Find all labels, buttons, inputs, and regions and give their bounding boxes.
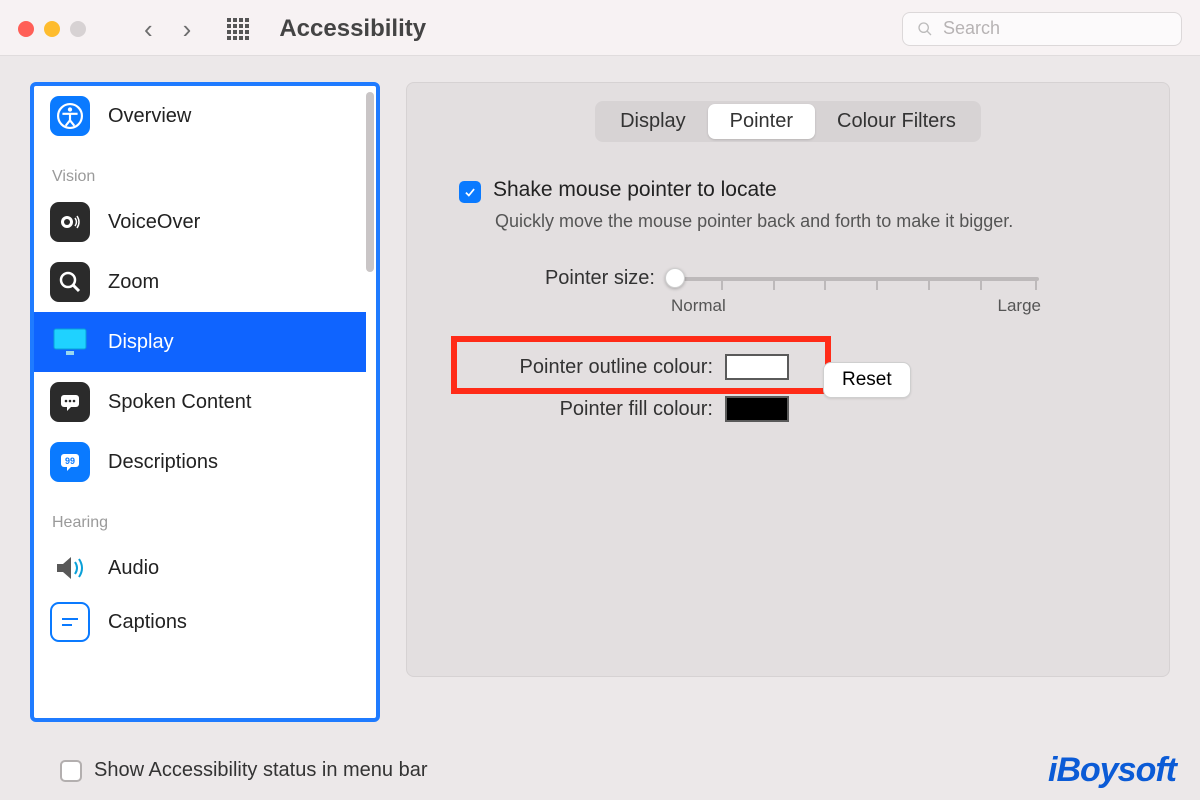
- sidebar-item-label: Spoken Content: [108, 391, 251, 414]
- spoken-content-icon: [50, 382, 90, 422]
- accessibility-icon: [50, 96, 90, 136]
- sidebar-section-vision: Vision: [34, 146, 366, 192]
- search-field[interactable]: Search: [902, 12, 1182, 46]
- tab-pointer[interactable]: Pointer: [708, 104, 815, 139]
- footer-row: Show Accessibility status in menu bar: [60, 759, 428, 782]
- pointer-size-range-labels: Normal Large: [671, 296, 1041, 316]
- sidebar-item-audio[interactable]: Audio: [34, 538, 366, 598]
- pointer-colour-rows: Pointer outline colour: Pointer fill col…: [435, 346, 1141, 430]
- sidebar-item-zoom[interactable]: Zoom: [34, 252, 366, 312]
- pointer-outline-colour-well[interactable]: [725, 354, 789, 380]
- display-icon: [50, 322, 90, 362]
- pointer-size-label: Pointer size:: [495, 267, 655, 290]
- sidebar-item-label: Audio: [108, 557, 159, 580]
- audio-icon: [50, 548, 90, 588]
- tab-bar: Display Pointer Colour Filters: [435, 101, 1141, 142]
- descriptions-icon: 99: [50, 442, 90, 482]
- sidebar-item-label: Overview: [108, 105, 191, 128]
- status-menubar-label: Show Accessibility status in menu bar: [94, 759, 428, 782]
- check-icon: [463, 185, 477, 199]
- zoom-icon: [50, 262, 90, 302]
- sidebar-item-descriptions[interactable]: 99 Descriptions: [34, 432, 366, 492]
- tab-display[interactable]: Display: [598, 104, 708, 139]
- close-window-button[interactable]: [18, 21, 34, 37]
- pointer-outline-row: Pointer outline colour:: [463, 346, 1141, 388]
- sidebar-item-display[interactable]: Display: [34, 312, 366, 372]
- voiceover-icon: [50, 202, 90, 242]
- slider-knob[interactable]: [665, 268, 685, 288]
- sidebar-item-label: Zoom: [108, 271, 159, 294]
- zoom-window-button[interactable]: [70, 21, 86, 37]
- forward-button[interactable]: ›: [179, 16, 196, 42]
- search-placeholder: Search: [943, 18, 1000, 39]
- sidebar-item-label: Display: [108, 331, 174, 354]
- pointer-fill-row: Pointer fill colour:: [463, 388, 1141, 430]
- sidebar-item-label: VoiceOver: [108, 211, 200, 234]
- sidebar-item-spoken-content[interactable]: Spoken Content: [34, 372, 366, 432]
- pointer-size-min: Normal: [671, 296, 726, 316]
- tab-colour-filters[interactable]: Colour Filters: [815, 104, 978, 139]
- window-title: Accessibility: [279, 15, 426, 43]
- svg-text:99: 99: [65, 456, 75, 466]
- pointer-size-row: Pointer size:: [495, 267, 1141, 290]
- sidebar-item-voiceover[interactable]: VoiceOver: [34, 192, 366, 252]
- window-controls: [18, 21, 86, 37]
- pointer-size-max: Large: [998, 296, 1041, 316]
- shake-pointer-row: Shake mouse pointer to locate: [459, 178, 1141, 203]
- sidebar-item-overview[interactable]: Overview: [34, 86, 366, 146]
- pointer-fill-label: Pointer fill colour:: [463, 398, 713, 421]
- settings-panel: Display Pointer Colour Filters Shake mou…: [406, 82, 1170, 677]
- sidebar: Overview Vision VoiceOver Zoom Displa: [30, 82, 380, 722]
- sidebar-item-label: Descriptions: [108, 451, 218, 474]
- watermark: iBoysoft: [1048, 751, 1176, 790]
- shake-pointer-label: Shake mouse pointer to locate: [493, 178, 777, 202]
- search-icon: [917, 21, 933, 37]
- sidebar-scrollbar[interactable]: [366, 86, 376, 718]
- minimize-window-button[interactable]: [44, 21, 60, 37]
- shake-pointer-description: Quickly move the mouse pointer back and …: [495, 209, 1055, 233]
- nav-buttons: ‹ ›: [140, 16, 195, 42]
- sidebar-item-label: Captions: [108, 611, 187, 634]
- shake-pointer-checkbox[interactable]: [459, 181, 481, 203]
- pointer-outline-label: Pointer outline colour:: [463, 356, 713, 379]
- back-button[interactable]: ‹: [140, 16, 157, 42]
- reset-button[interactable]: Reset: [823, 362, 911, 398]
- pointer-size-slider[interactable]: [669, 277, 1039, 281]
- preferences-body: Overview Vision VoiceOver Zoom Displa: [0, 56, 1200, 800]
- pointer-fill-colour-well[interactable]: [725, 396, 789, 422]
- captions-icon: [50, 602, 90, 642]
- scrollbar-thumb[interactable]: [366, 92, 374, 272]
- sidebar-item-captions[interactable]: Captions: [34, 598, 366, 646]
- show-all-icon[interactable]: [227, 18, 249, 40]
- sidebar-section-hearing: Hearing: [34, 492, 366, 538]
- window-toolbar: ‹ › Accessibility Search: [0, 0, 1200, 56]
- status-menubar-checkbox[interactable]: [60, 760, 82, 782]
